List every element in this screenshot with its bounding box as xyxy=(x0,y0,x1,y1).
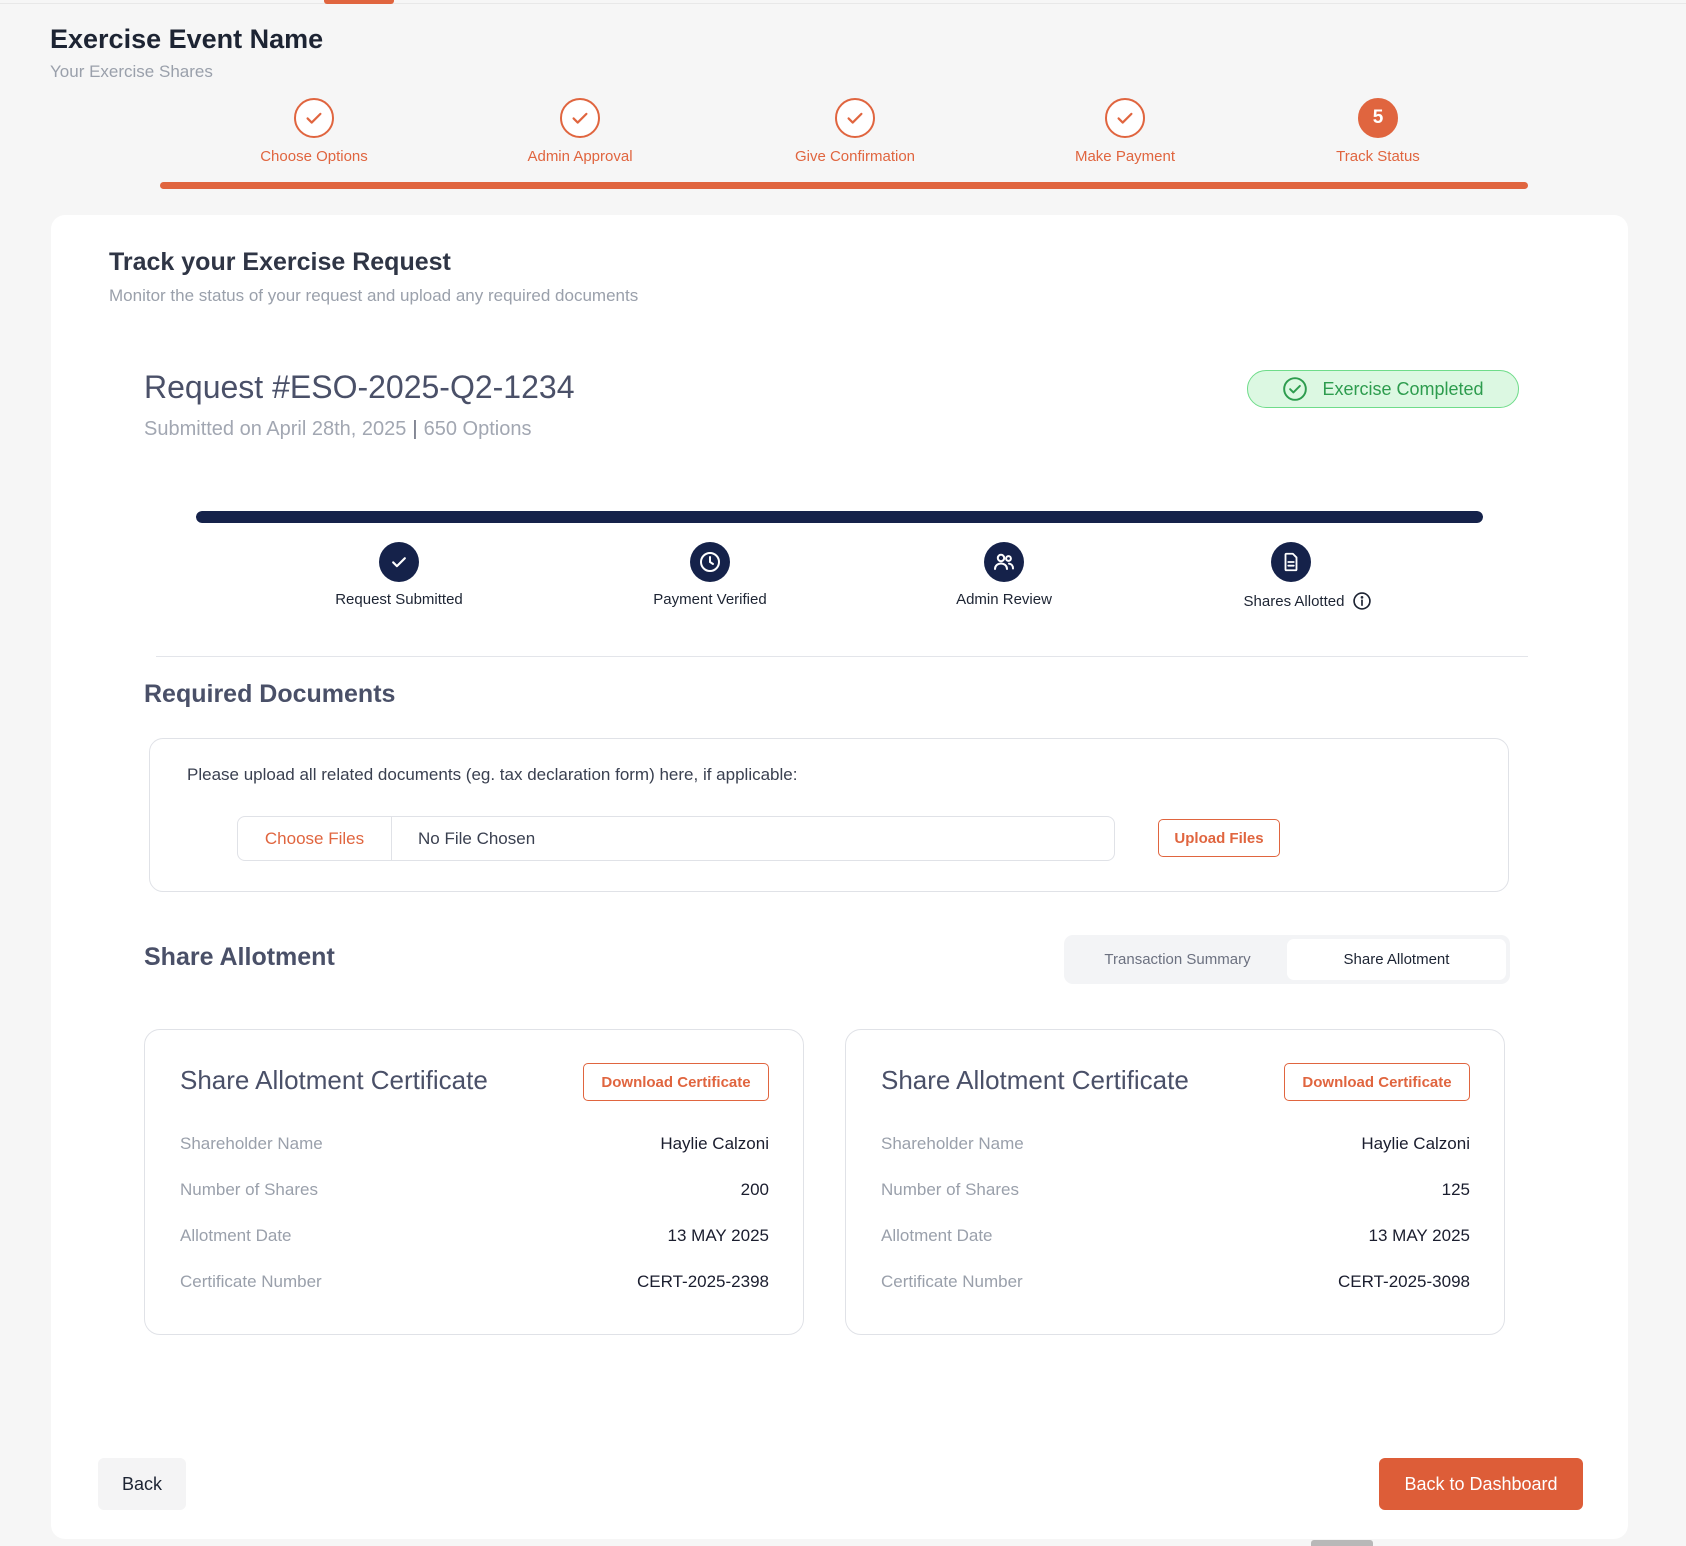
track-step-label: Request Submitted xyxy=(335,591,463,608)
certificate-card: Share Allotment Certificate Download Cer… xyxy=(845,1029,1505,1335)
wizard-step-choose-options[interactable]: Choose Options xyxy=(204,98,424,165)
page-title: Exercise Event Name xyxy=(50,24,324,54)
upload-instructions: Please upload all related documents (eg.… xyxy=(187,765,798,784)
file-input[interactable]: Choose Files No File Chosen xyxy=(237,816,1115,861)
options-count: 650 Options xyxy=(423,418,532,440)
certificate-title: Share Allotment Certificate xyxy=(180,1065,488,1095)
row-label: Shareholder Name xyxy=(180,1134,323,1153)
row-label: Shareholder Name xyxy=(881,1134,1024,1153)
row-label: Number of Shares xyxy=(180,1180,318,1199)
check-icon xyxy=(379,542,419,582)
download-certificate-button[interactable]: Download Certificate xyxy=(1284,1063,1470,1101)
track-step-payment-verified: Payment Verified xyxy=(600,542,820,609)
document-icon xyxy=(1271,542,1311,582)
row-value: CERT-2025-2398 xyxy=(637,1272,769,1291)
required-documents-heading: Required Documents xyxy=(144,680,396,708)
info-icon[interactable] xyxy=(1352,591,1372,611)
certificate-row: Certificate Number CERT-2025-2398 xyxy=(180,1272,769,1292)
certificate-row: Shareholder Name Haylie Calzoni xyxy=(180,1134,769,1154)
row-value: 200 xyxy=(740,1180,769,1199)
step-number-badge: 5 xyxy=(1358,98,1398,138)
top-tab-indicator xyxy=(324,0,394,4)
progress-track xyxy=(196,511,1483,523)
track-step-label: Shares Allotted xyxy=(1243,592,1345,610)
section-heading: Track your Exercise Request xyxy=(109,248,451,276)
wizard-step-label: Make Payment xyxy=(1074,148,1176,165)
track-step-label: Payment Verified xyxy=(653,591,767,608)
back-button[interactable]: Back xyxy=(98,1458,186,1510)
allotment-tabs: Transaction Summary Share Allotment xyxy=(1064,935,1510,984)
back-to-dashboard-button[interactable]: Back to Dashboard xyxy=(1379,1458,1583,1510)
progress-fill xyxy=(196,511,1483,523)
status-label: Exercise Completed xyxy=(1322,378,1484,399)
row-label: Number of Shares xyxy=(881,1180,1019,1199)
certificate-card: Share Allotment Certificate Download Cer… xyxy=(144,1029,804,1335)
row-value: 125 xyxy=(1441,1180,1470,1199)
row-value: Haylie Calzoni xyxy=(1361,1134,1470,1153)
tab-transaction-summary[interactable]: Transaction Summary xyxy=(1068,939,1287,980)
row-label: Allotment Date xyxy=(881,1226,993,1245)
choose-files-button[interactable]: Choose Files xyxy=(238,817,392,860)
request-id: Request #ESO-2025-Q2-1234 xyxy=(144,369,575,405)
row-value: CERT-2025-3098 xyxy=(1338,1272,1470,1291)
clock-icon xyxy=(690,542,730,582)
certificate-row: Allotment Date 13 MAY 2025 xyxy=(881,1226,1470,1246)
meta-separator: | xyxy=(412,418,418,440)
wizard-progress-bar xyxy=(160,182,1528,189)
wizard-step-label: Give Confirmation xyxy=(794,148,916,165)
row-label: Allotment Date xyxy=(180,1226,292,1245)
track-step-request-submitted: Request Submitted xyxy=(289,542,509,609)
check-icon xyxy=(1105,98,1145,138)
check-icon xyxy=(294,98,334,138)
submitted-date: Submitted on April 28th, 2025 xyxy=(144,418,407,440)
upload-panel: Please upload all related documents (eg.… xyxy=(149,738,1509,892)
certificate-row: Shareholder Name Haylie Calzoni xyxy=(881,1134,1470,1154)
wizard-step-label: Choose Options xyxy=(260,148,368,165)
track-step-label-wrap: Shares Allotted xyxy=(1244,591,1373,611)
scrollbar-thumb[interactable] xyxy=(1311,1540,1373,1546)
track-step-label: Admin Review xyxy=(956,591,1052,608)
row-value: Haylie Calzoni xyxy=(660,1134,769,1153)
wizard-step-give-confirmation[interactable]: Give Confirmation xyxy=(745,98,965,165)
wizard-step-label: Track Status xyxy=(1336,148,1420,165)
wizard-step-track-status[interactable]: 5 Track Status xyxy=(1268,98,1488,165)
row-value: 13 MAY 2025 xyxy=(1368,1226,1470,1245)
row-label: Certificate Number xyxy=(180,1272,322,1291)
track-request-card: Track your Exercise Request Monitor the … xyxy=(51,215,1628,1539)
section-description: Monitor the status of your request and u… xyxy=(109,286,639,305)
page-subtitle: Your Exercise Shares xyxy=(50,62,213,81)
certificate-row: Certificate Number CERT-2025-3098 xyxy=(881,1272,1470,1292)
track-step-admin-review: Admin Review xyxy=(894,542,1114,609)
wizard-step-admin-approval[interactable]: Admin Approval xyxy=(470,98,690,165)
wizard-stepper: Choose Options Admin Approval Give Confi… xyxy=(160,98,1528,190)
certificate-title: Share Allotment Certificate xyxy=(881,1065,1189,1095)
section-divider xyxy=(156,656,1528,657)
tab-share-allotment[interactable]: Share Allotment xyxy=(1287,939,1506,980)
share-allotment-heading: Share Allotment xyxy=(144,943,335,971)
status-badge: Exercise Completed xyxy=(1247,370,1519,408)
certificate-row: Number of Shares 200 xyxy=(180,1180,769,1200)
file-status: No File Chosen xyxy=(418,828,536,848)
row-value: 13 MAY 2025 xyxy=(667,1226,769,1245)
request-meta: Submitted on April 28th, 2025 | 650 Option… xyxy=(144,418,531,441)
check-circle-icon xyxy=(1283,377,1308,401)
track-step-shares-allotted: Shares Allotted xyxy=(1181,542,1401,611)
certificate-row: Allotment Date 13 MAY 2025 xyxy=(180,1226,769,1246)
check-icon xyxy=(835,98,875,138)
wizard-step-make-payment[interactable]: Make Payment xyxy=(1015,98,1235,165)
download-certificate-button[interactable]: Download Certificate xyxy=(583,1063,769,1101)
row-label: Certificate Number xyxy=(881,1272,1023,1291)
certificate-row: Number of Shares 125 xyxy=(881,1180,1470,1200)
request-progress xyxy=(196,511,1483,525)
wizard-step-label: Admin Approval xyxy=(527,148,633,165)
check-icon xyxy=(560,98,600,138)
users-icon xyxy=(984,542,1024,582)
top-border xyxy=(0,3,1686,4)
upload-files-button[interactable]: Upload Files xyxy=(1158,819,1280,857)
